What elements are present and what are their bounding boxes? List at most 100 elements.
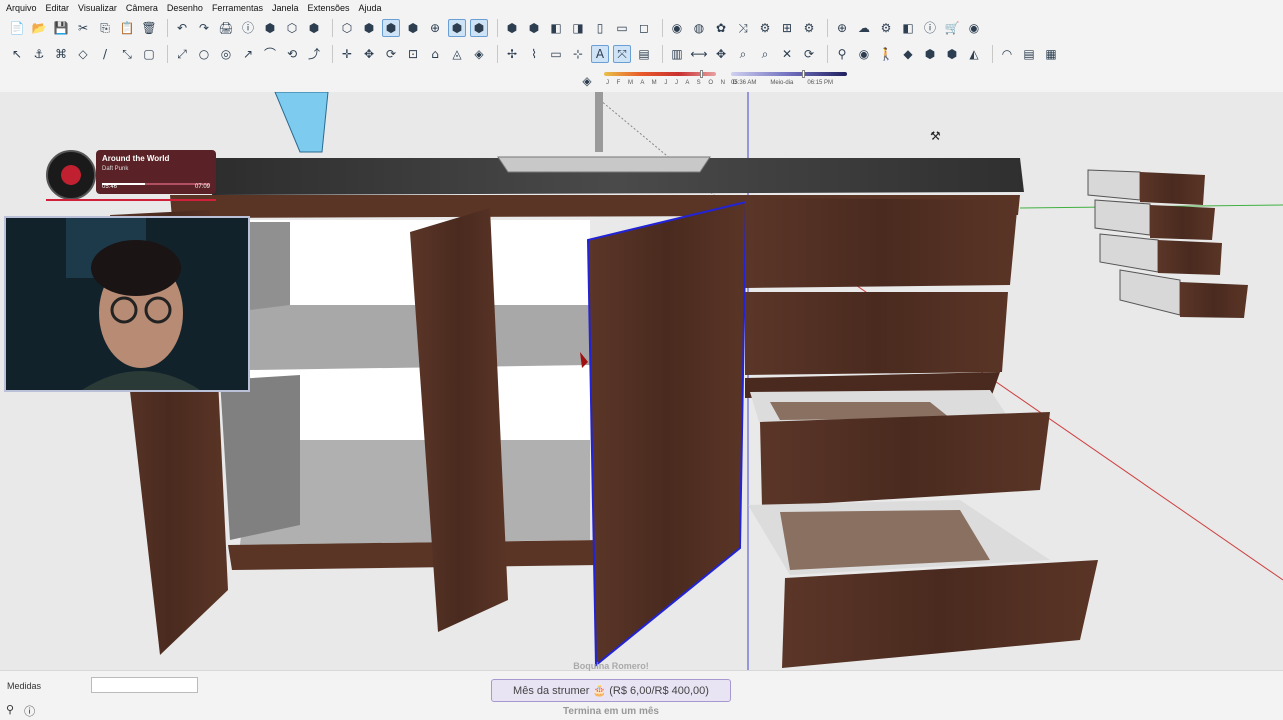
menu-desenho[interactable]: Desenho — [167, 3, 203, 13]
tb2-tool-43-icon[interactable]: ▤ — [1020, 45, 1038, 63]
tb2-tool-30-icon[interactable]: ✥ — [712, 45, 730, 63]
tb1-tool-16-icon[interactable]: ⬢ — [382, 19, 400, 37]
tb2-tool-39-icon[interactable]: ⬢ — [921, 45, 939, 63]
tb2-tool-7-icon[interactable]: ⤢ — [173, 45, 191, 63]
tb1-tool-27-icon[interactable]: ◻ — [635, 19, 653, 37]
tb2-tool-17-icon[interactable]: ⊡ — [404, 45, 422, 63]
time-slider[interactable] — [731, 72, 847, 76]
tb1-tool-39-icon[interactable]: ⓘ — [921, 19, 939, 37]
time-slider-thumb[interactable] — [802, 70, 805, 78]
tb1-tool-41-icon[interactable]: ◉ — [965, 19, 983, 37]
tb2-tool-0-icon[interactable]: ↖ — [8, 45, 26, 63]
tb1-tool-37-icon[interactable]: ⚙ — [877, 19, 895, 37]
menu-ajuda[interactable]: Ajuda — [359, 3, 382, 13]
tb2-tool-8-icon[interactable]: ○ — [195, 45, 213, 63]
geo-location-icon[interactable]: ⚲ — [6, 703, 14, 719]
tb2-tool-35-icon[interactable]: ⚲ — [833, 45, 851, 63]
tb1-tool-26-icon[interactable]: ▭ — [613, 19, 631, 37]
tb2-tool-6-icon[interactable]: ▢ — [140, 45, 158, 63]
month-slider-thumb[interactable] — [700, 70, 703, 78]
tb1-tool-24-icon[interactable]: ◨ — [569, 19, 587, 37]
tb2-tool-29-icon[interactable]: ⟷ — [690, 45, 708, 63]
tb2-tool-27-icon[interactable]: ▤ — [635, 45, 653, 63]
tb1-tool-25-icon[interactable]: ▯ — [591, 19, 609, 37]
menu-janela[interactable]: Janela — [272, 3, 299, 13]
tb2-tool-36-icon[interactable]: ◉ — [855, 45, 873, 63]
tb2-tool-1-icon[interactable]: ⚓ — [30, 45, 48, 63]
tb2-tool-38-icon[interactable]: ◆ — [899, 45, 917, 63]
tb1-tool-40-icon[interactable]: 🛒 — [943, 19, 961, 37]
tb1-tool-31-icon[interactable]: ⤨ — [734, 19, 752, 37]
tb2-tool-14-icon[interactable]: ✛ — [338, 45, 356, 63]
tb1-tool-20-icon[interactable]: ⬢ — [470, 19, 488, 37]
tb1-tool-3-icon[interactable]: ✂ — [74, 19, 92, 37]
tb1-tool-8-icon[interactable]: ↷ — [195, 19, 213, 37]
tb1-tool-5-icon[interactable]: 📋 — [118, 19, 136, 37]
tb1-tool-15-icon[interactable]: ⬢ — [360, 19, 378, 37]
tb2-tool-10-icon[interactable]: ↗ — [239, 45, 257, 63]
tb1-tool-34-icon[interactable]: ⚙ — [800, 19, 818, 37]
tb2-tool-31-icon[interactable]: ⌕ — [734, 45, 752, 63]
measurements-input[interactable] — [91, 677, 198, 693]
tb2-tool-41-icon[interactable]: ◭ — [965, 45, 983, 63]
tb1-tool-6-icon[interactable]: 🗑 — [140, 19, 158, 37]
menu-ferramentas[interactable]: Ferramentas — [212, 3, 263, 13]
tb1-tool-11-icon[interactable]: ⬢ — [261, 19, 279, 37]
tb2-tool-13-icon[interactable]: ⤴ — [305, 45, 323, 63]
tb1-tool-1-icon[interactable]: 📂 — [30, 19, 48, 37]
tb1-tool-13-icon[interactable]: ⬢ — [305, 19, 323, 37]
tb2-tool-15-icon[interactable]: ✥ — [360, 45, 378, 63]
menu-arquivo[interactable]: Arquivo — [6, 3, 37, 13]
info-icon[interactable]: ⓘ — [24, 703, 35, 719]
tb2-tool-3-icon[interactable]: ◇ — [74, 45, 92, 63]
tb1-tool-29-icon[interactable]: ◍ — [690, 19, 708, 37]
tb2-tool-33-icon[interactable]: ✕ — [778, 45, 796, 63]
tb2-tool-19-icon[interactable]: ◬ — [448, 45, 466, 63]
tb1-tool-23-icon[interactable]: ◧ — [547, 19, 565, 37]
tb1-tool-2-icon[interactable]: 💾 — [52, 19, 70, 37]
tb1-tool-10-icon[interactable]: ⓘ — [239, 19, 257, 37]
menu-camera[interactable]: Câmera — [126, 3, 158, 13]
tb2-tool-28-icon[interactable]: ▥ — [668, 45, 686, 63]
tb1-tool-36-icon[interactable]: ☁ — [855, 19, 873, 37]
menu-visualizar[interactable]: Visualizar — [78, 3, 117, 13]
tb1-tool-9-icon[interactable]: 🖨 — [217, 19, 235, 37]
tb2-tool-11-icon[interactable]: ⌒ — [261, 45, 279, 63]
tb1-tool-18-icon[interactable]: ⊕ — [426, 19, 444, 37]
tb1-tool-30-icon[interactable]: ✿ — [712, 19, 730, 37]
tb2-tool-18-icon[interactable]: ⌂ — [426, 45, 444, 63]
tb2-tool-4-icon[interactable]: / — [96, 45, 114, 63]
tb1-tool-28-icon[interactable]: ◉ — [668, 19, 686, 37]
tb2-tool-9-icon[interactable]: ◎ — [217, 45, 235, 63]
tb2-tool-16-icon[interactable]: ⟳ — [382, 45, 400, 63]
tb2-tool-2-icon[interactable]: ⌘ — [52, 45, 70, 63]
tb2-tool-20-icon[interactable]: ◈ — [470, 45, 488, 63]
tb1-tool-14-icon[interactable]: ⬡ — [338, 19, 356, 37]
tb2-tool-22-icon[interactable]: ⌇ — [525, 45, 543, 63]
tb2-tool-26-icon[interactable]: ⤧ — [613, 45, 631, 63]
shadow-toggle-icon[interactable]: ◈ — [578, 72, 596, 90]
tb2-tool-24-icon[interactable]: ⊹ — [569, 45, 587, 63]
tb2-tool-32-icon[interactable]: ⌕ — [756, 45, 774, 63]
tb1-tool-7-icon[interactable]: ↶ — [173, 19, 191, 37]
tb1-tool-32-icon[interactable]: ⚙ — [756, 19, 774, 37]
tb1-tool-35-icon[interactable]: ⊕ — [833, 19, 851, 37]
tb2-tool-5-icon[interactable]: ⤡ — [118, 45, 136, 63]
tb2-tool-34-icon[interactable]: ⟳ — [800, 45, 818, 63]
tb2-tool-23-icon[interactable]: ▭ — [547, 45, 565, 63]
tb1-tool-22-icon[interactable]: ⬢ — [525, 19, 543, 37]
menu-editar[interactable]: Editar — [46, 3, 70, 13]
tb1-tool-4-icon[interactable]: ⎘ — [96, 19, 114, 37]
tb1-tool-33-icon[interactable]: ⊞ — [778, 19, 796, 37]
tb1-tool-0-icon[interactable]: 📄 — [8, 19, 26, 37]
tb2-tool-25-icon[interactable]: A — [591, 45, 609, 63]
tb2-tool-12-icon[interactable]: ⟲ — [283, 45, 301, 63]
tb2-tool-21-icon[interactable]: ✢ — [503, 45, 521, 63]
tb2-tool-37-icon[interactable]: 🚶 — [877, 45, 895, 63]
menu-extensoes[interactable]: Extensões — [308, 3, 350, 13]
tb1-tool-17-icon[interactable]: ⬢ — [404, 19, 422, 37]
tb1-tool-12-icon[interactable]: ⬡ — [283, 19, 301, 37]
tb2-tool-40-icon[interactable]: ⬢ — [943, 45, 961, 63]
tb2-tool-44-icon[interactable]: ▦ — [1042, 45, 1060, 63]
tb1-tool-38-icon[interactable]: ◧ — [899, 19, 917, 37]
